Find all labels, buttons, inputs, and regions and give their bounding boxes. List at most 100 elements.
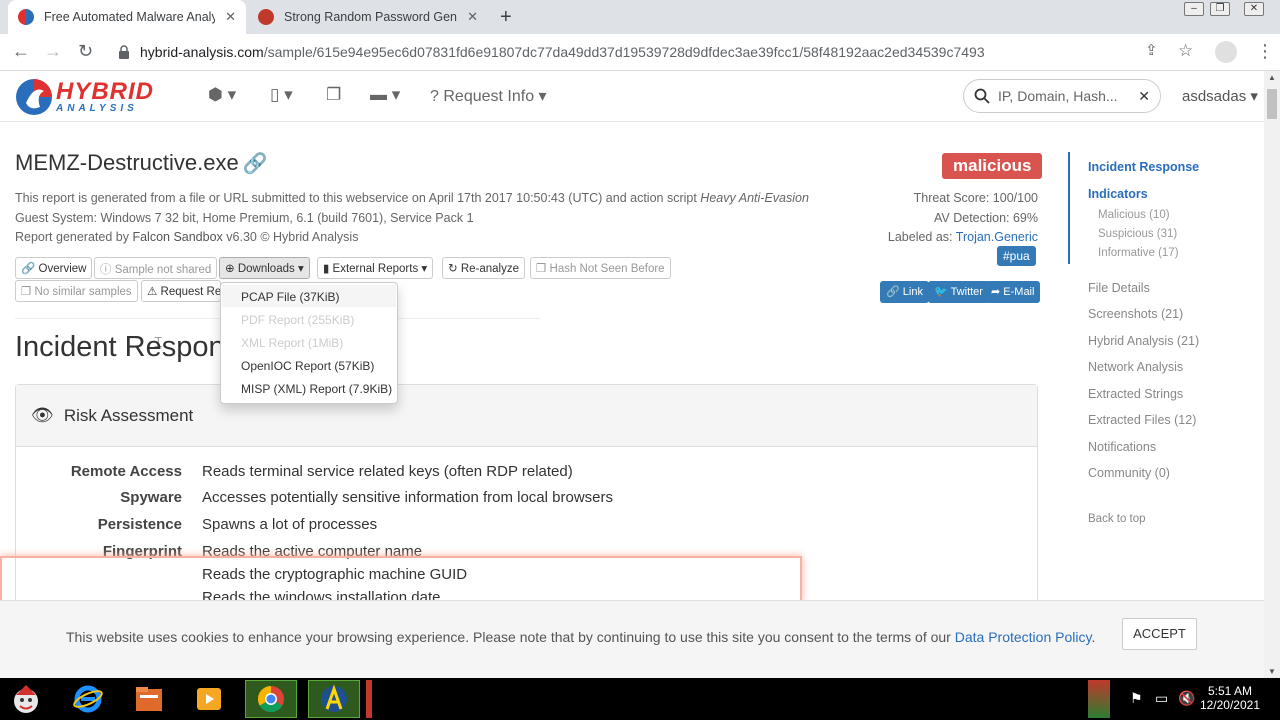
page-scrollbar[interactable]: ▲ ▼ xyxy=(1264,71,1280,678)
data-protection-policy-link[interactable]: Data Protection Policy xyxy=(955,629,1092,645)
system-clock[interactable]: 5:51 AM 12/20/2021 xyxy=(1200,684,1260,712)
profile-avatar-icon[interactable] xyxy=(1215,41,1237,63)
show-hidden-icons-icon[interactable] xyxy=(1088,680,1110,718)
copy-icon[interactable]: ❐ xyxy=(326,85,341,105)
nav-incident-response[interactable]: Incident Response xyxy=(1088,160,1199,174)
downloads-dropdown: PCAP File (37KiB) PDF Report (255KiB) XM… xyxy=(220,282,398,404)
chrome-icon[interactable] xyxy=(245,680,297,718)
file-menu-icon[interactable]: ▯ ▾ xyxy=(270,85,293,105)
share-page-icon[interactable]: ⇪ xyxy=(1145,41,1158,59)
file-explorer-icon[interactable] xyxy=(123,680,175,718)
download-openioc-report[interactable]: OpenIOC Report (57KiB) xyxy=(241,359,374,373)
falcon-sandbox-link[interactable]: Falcon Sandbox xyxy=(132,230,222,244)
new-tab-icon[interactable]: + xyxy=(500,6,512,29)
close-window-icon[interactable]: ✕ xyxy=(1244,2,1264,16)
scroll-up-icon[interactable]: ▲ xyxy=(1268,73,1276,82)
clock-time: 5:51 AM xyxy=(1207,684,1252,698)
warning-icon: ⚠ xyxy=(147,286,158,298)
panel-header: 👁 Risk Assessment xyxy=(16,385,1037,447)
folder-menu-icon[interactable]: ▬ ▾ xyxy=(370,85,400,105)
eye-icon: 👁 xyxy=(31,405,54,425)
nav-back-to-top[interactable]: Back to top xyxy=(1088,513,1146,525)
verdict-badge: malicious xyxy=(942,153,1043,179)
share-link-button[interactable]: 🔗 Link xyxy=(880,281,929,303)
url-field[interactable]: hybrid-analysis.com/sample/615e94e95ec6d… xyxy=(108,38,1108,66)
logo-text-analysis: ANALYSIS xyxy=(56,103,138,114)
media-player-icon[interactable] xyxy=(183,680,235,718)
tab-password-generator[interactable]: Strong Random Password Genera ✕ xyxy=(248,0,488,34)
nav-extracted-strings[interactable]: Extracted Strings xyxy=(1088,387,1183,401)
user-menu[interactable]: asdsadas ▾ xyxy=(1182,87,1258,105)
cube-menu-icon[interactable]: ⬢ ▾ xyxy=(208,85,236,105)
active-indicator xyxy=(1068,152,1070,264)
reanalyze-button[interactable]: ↻ Re-analyze xyxy=(442,257,526,279)
tag-pua[interactable]: #pua xyxy=(997,246,1036,266)
action-center-flag-icon[interactable]: ⚑ xyxy=(1130,690,1143,707)
nav-hybrid-analysis[interactable]: Hybrid Analysis (21) xyxy=(1088,334,1199,348)
search-input[interactable]: IP, Domain, Hash... ✕ xyxy=(963,79,1161,113)
av-detection: AV Detection: 69% xyxy=(934,210,1038,225)
url-path: /sample/615e94e95ec6d07831fd6e91807dc77d… xyxy=(263,44,985,60)
labeled-as-link[interactable]: Trojan.Generic xyxy=(956,230,1038,244)
nav-malicious[interactable]: Malicious (10) xyxy=(1098,209,1170,221)
sample-not-shared-button[interactable]: ⓘ Sample not shared xyxy=(94,257,218,279)
info-icon: ⓘ xyxy=(100,264,112,276)
copy-icon: ❐ xyxy=(536,263,547,275)
nav-screenshots[interactable]: Screenshots (21) xyxy=(1088,307,1183,321)
request-info-menu[interactable]: ? Request Info ▾ xyxy=(430,86,547,106)
nav-informative[interactable]: Informative (17) xyxy=(1098,247,1179,259)
forward-icon[interactable]: → xyxy=(44,41,62,62)
lock-icon xyxy=(119,45,129,59)
page-title: MEMZ-Destructive.exe 🔗 xyxy=(15,150,268,176)
restore-window-icon[interactable]: ❐ xyxy=(1210,2,1230,16)
clear-search-icon[interactable]: ✕ xyxy=(1138,88,1150,105)
external-reports-button[interactable]: ▮ External Reports ▾ xyxy=(317,257,434,279)
nav-suspicious[interactable]: Suspicious (31) xyxy=(1098,228,1177,240)
start-button-icon[interactable] xyxy=(0,680,52,718)
nav-community[interactable]: Community (0) xyxy=(1088,466,1170,480)
no-similar-samples-button[interactable]: ❐ No similar samples xyxy=(15,280,138,302)
book-icon: ▮ xyxy=(323,263,330,275)
download-icon: ⊕ xyxy=(225,263,235,275)
tab-title: Strong Random Password Genera xyxy=(284,10,458,24)
hash-not-seen-button[interactable]: ❐ Hash Not Seen Before xyxy=(530,257,671,279)
nav-indicators[interactable]: Indicators xyxy=(1088,187,1148,201)
nav-network-analysis[interactable]: Network Analysis xyxy=(1088,360,1183,374)
close-tab-icon[interactable]: ✕ xyxy=(467,9,478,25)
nav-extracted-files[interactable]: Extracted Files (12) xyxy=(1088,413,1196,427)
share-twitter-button[interactable]: 🐦 Twitter xyxy=(928,281,989,303)
internet-explorer-icon[interactable] xyxy=(62,680,114,718)
reload-icon[interactable]: ↻ xyxy=(78,41,93,62)
app-a-icon[interactable] xyxy=(308,680,360,718)
site-header: HYBRID ANALYSIS ⬢ ▾ ▯ ▾ ❐ ▬ ▾ ? Request … xyxy=(0,71,1264,122)
password-generator-favicon-icon xyxy=(258,9,274,25)
scroll-down-icon[interactable]: ▼ xyxy=(1268,667,1276,676)
back-icon[interactable]: ← xyxy=(12,41,30,62)
threat-score: Threat Score: 100/100 xyxy=(913,191,1038,205)
tab-hybrid-analysis[interactable]: Free Automated Malware Analysis ✕ xyxy=(8,0,246,34)
accept-cookies-button[interactable]: ACCEPT xyxy=(1122,618,1197,650)
download-pcap[interactable]: PCAP File (37KiB) xyxy=(241,290,339,304)
highlight-box xyxy=(0,556,802,602)
address-bar: ← → ↻ hybrid-analysis.com/sample/615e94e… xyxy=(0,34,1280,71)
network-icon[interactable]: ▭ xyxy=(1155,690,1168,707)
nav-file-details[interactable]: File Details xyxy=(1088,281,1150,295)
request-report-button[interactable]: ⚠ Request Re xyxy=(141,280,221,302)
close-tab-icon[interactable]: ✕ xyxy=(225,9,236,25)
downloads-button[interactable]: ⊕ Downloads ▾ xyxy=(219,257,310,279)
scrollbar-thumb[interactable] xyxy=(1267,89,1277,119)
action-script: Heavy Anti-Evasion xyxy=(700,191,809,205)
bookmark-star-icon[interactable]: ☆ xyxy=(1178,41,1193,61)
volume-muted-icon[interactable]: 🔇 xyxy=(1178,690,1195,707)
question-circle-icon: ? xyxy=(430,88,439,105)
hybrid-analysis-logo[interactable]: HYBRID ANALYSIS xyxy=(14,77,154,117)
permalink-icon[interactable]: 🔗 xyxy=(243,153,268,175)
search-placeholder: IP, Domain, Hash... xyxy=(998,88,1118,104)
nav-notifications[interactable]: Notifications xyxy=(1088,440,1156,454)
minimize-window-icon[interactable]: – xyxy=(1184,2,1204,16)
download-misp-report[interactable]: MISP (XML) Report (7.9KiB) xyxy=(241,382,392,396)
overview-button[interactable]: 🔗 Overview xyxy=(15,257,93,279)
main-content: MEMZ-Destructive.exe 🔗 This report is gen… xyxy=(0,122,1060,600)
browser-menu-icon[interactable]: ⋮ xyxy=(1256,41,1274,62)
share-email-button[interactable]: ➦ E-Mail xyxy=(985,281,1041,303)
